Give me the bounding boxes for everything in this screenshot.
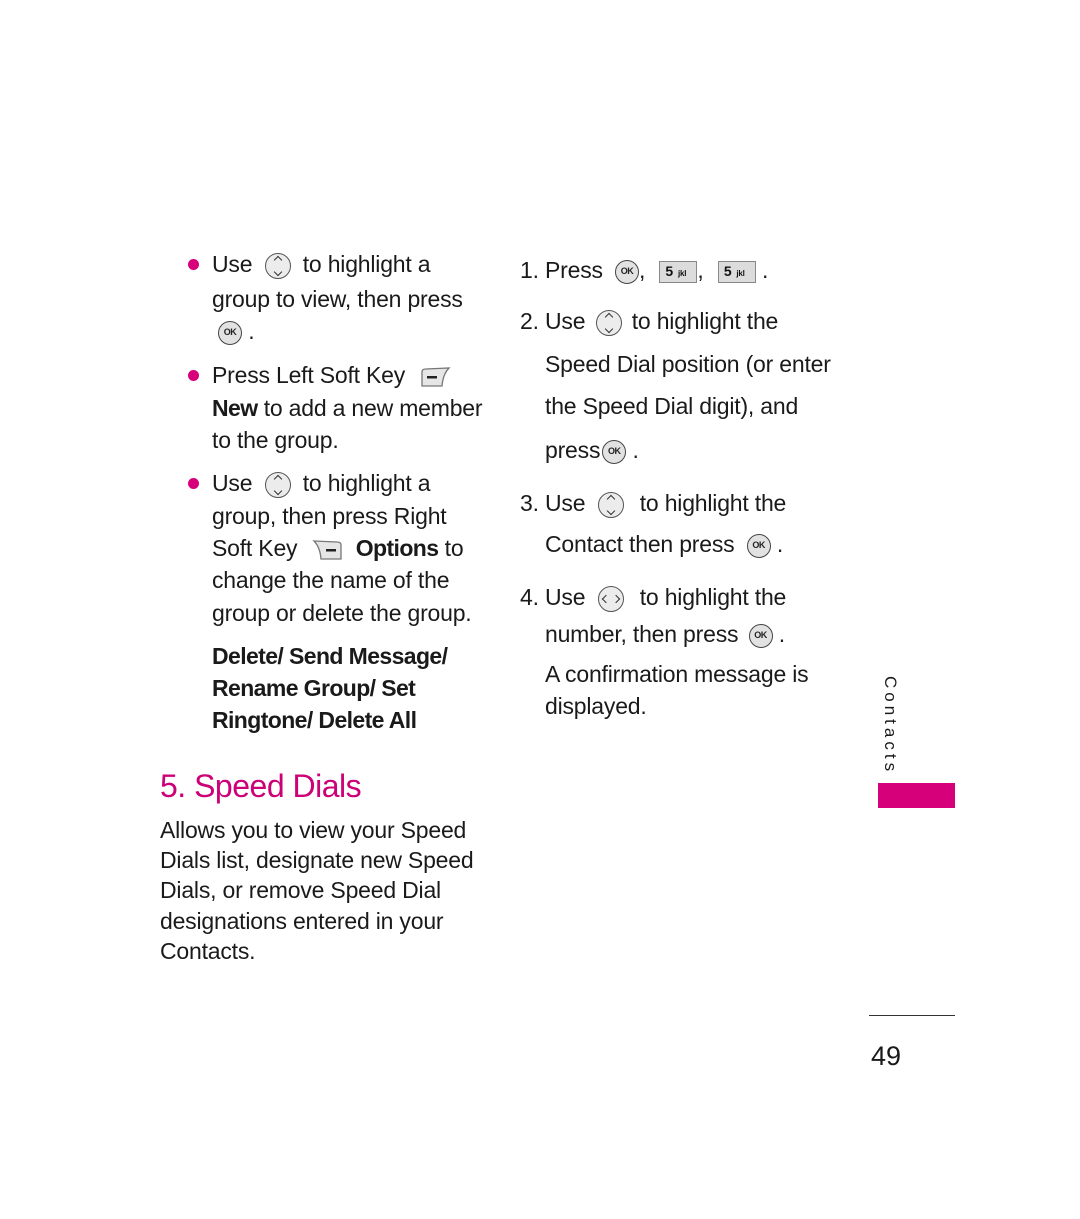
section-tab-label: Contacts xyxy=(881,676,900,776)
step-4-note: A confirmation message is xyxy=(545,661,809,687)
nav-left-right-icon xyxy=(597,585,624,612)
ok-key-icon: OK xyxy=(602,439,627,464)
section-body-line: Dials list, designate new Speed xyxy=(160,847,474,873)
section-body-line: Contacts. xyxy=(160,938,256,964)
options-list-line: Delete/ Send Message/ xyxy=(212,643,448,669)
bullet-3-line-5: group or delete the group. xyxy=(212,600,472,626)
section-tab-marker xyxy=(878,783,955,808)
step-2-line-1: 2. Use to highlight the xyxy=(520,308,779,336)
ok-key-icon: OK xyxy=(615,259,639,284)
nav-up-down-icon xyxy=(597,491,624,518)
section-body-line: Allows you to view your Speed xyxy=(160,817,467,843)
bullet-1-line-1: Use to highlight a xyxy=(212,251,431,279)
left-soft-key-icon xyxy=(419,366,451,388)
key-5-jkl-icon: 5 jkl xyxy=(717,260,756,283)
period: . xyxy=(632,437,639,463)
period: . xyxy=(776,531,784,557)
options-list-line: Rename Group/ Set xyxy=(212,675,416,701)
nav-up-down-icon xyxy=(264,471,291,498)
bullet-marker xyxy=(188,478,199,489)
step-4-note: displayed. xyxy=(545,693,647,719)
bullet-1-line-3: OK . xyxy=(218,315,255,347)
manual-page: Use to highlight a group to view, then p… xyxy=(0,0,1080,1219)
key-5-jkl-icon: 5 jkl xyxy=(659,260,698,283)
options-list-line: Ringtone/ Delete All xyxy=(212,707,417,733)
step-3-line-2: Contact then press OK . xyxy=(545,531,784,558)
step-3-line-1: 3. Use to highlight the xyxy=(520,490,787,518)
nav-up-down-icon xyxy=(264,252,291,279)
separator: , xyxy=(697,257,704,283)
step-1: 1. Press OK, 5 jkl, 5 jkl . xyxy=(520,257,769,284)
bullet-marker xyxy=(188,370,199,381)
ok-key-icon: OK xyxy=(748,623,773,648)
step-4-line-1: 4. Use to highlight the xyxy=(520,584,787,612)
step-2-line-2: Speed Dial position (or enter xyxy=(545,351,831,377)
period: . xyxy=(762,257,769,283)
ok-key-icon: OK xyxy=(218,320,242,345)
bullet-3-line-2: group, then press Right xyxy=(212,503,447,529)
bullet-marker xyxy=(188,259,199,270)
section-body-line: designations entered in your xyxy=(160,908,444,934)
step-4-line-2: number, then press OK . xyxy=(545,621,785,648)
section-heading: 5. Speed Dials xyxy=(160,768,362,804)
bullet-1-line-2: group to view, then press xyxy=(212,286,463,312)
ok-key-icon: OK xyxy=(746,533,771,558)
separator: , xyxy=(639,257,646,283)
step-2-line-3: the Speed Dial digit), and xyxy=(545,393,799,419)
step-2-line-4: press OK . xyxy=(545,437,639,464)
bullet-2-line-3: to the group. xyxy=(212,427,339,453)
bullet-2-line-2: New to add a new member xyxy=(212,395,483,421)
nav-up-down-icon xyxy=(595,309,622,336)
page-number: 49 xyxy=(871,1041,902,1071)
right-soft-key-icon xyxy=(311,539,344,561)
bullet-3-line-1: Use to highlight a xyxy=(212,470,431,498)
bullet-3-line-3: Soft Key Options to xyxy=(212,535,464,561)
section-body-line: Dials, or remove Speed Dial xyxy=(160,877,441,903)
bullet-2-line-1: Press Left Soft Key xyxy=(212,359,451,391)
footer-rule xyxy=(869,1015,955,1016)
period: . xyxy=(778,621,785,647)
bullet-3-line-4: change the name of the xyxy=(212,567,450,593)
